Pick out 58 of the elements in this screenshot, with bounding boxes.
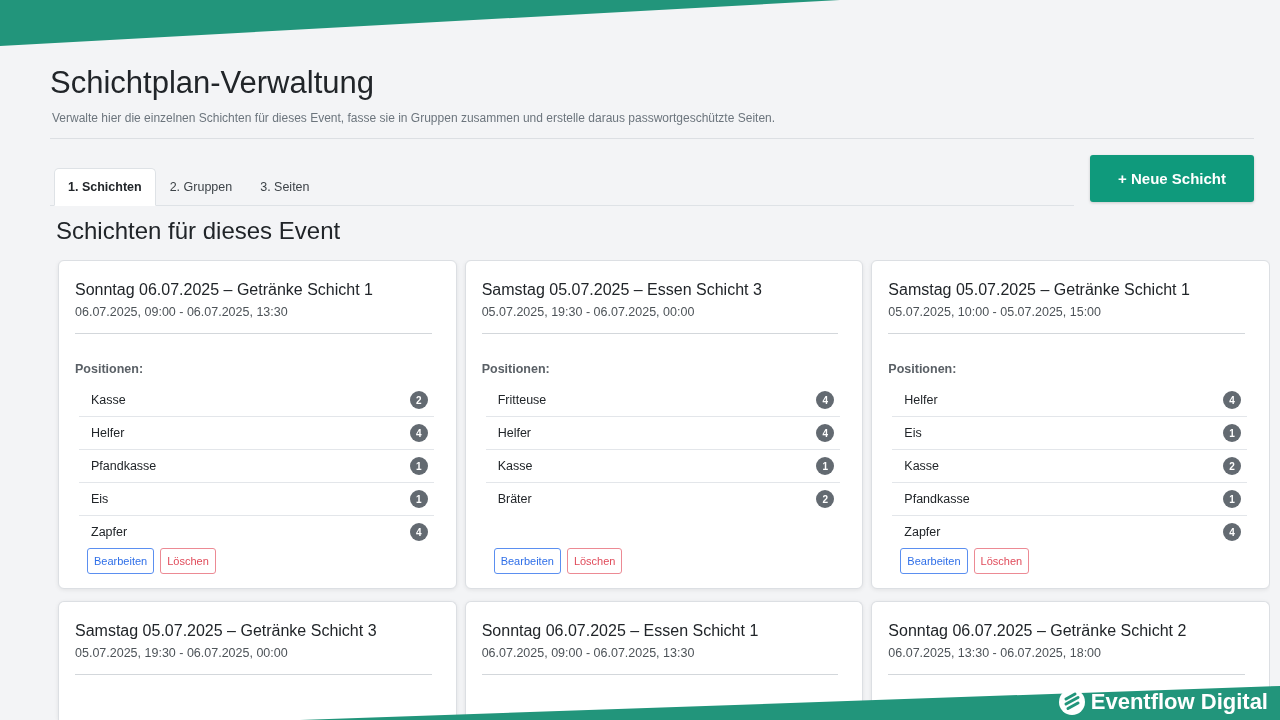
position-name: Pfandkasse xyxy=(91,458,157,475)
tab[interactable]: 2. Gruppen xyxy=(155,168,247,206)
edit-button[interactable]: Bearbeiten xyxy=(87,548,155,574)
shift-time: 06.07.2025, 09:00 - 06.07.2025, 13:30 xyxy=(481,645,696,662)
section-title: Schichten für dieses Event xyxy=(56,216,342,246)
logo-icon xyxy=(1058,689,1085,715)
count-badge: 1 xyxy=(409,490,428,508)
edit-button[interactable]: Bearbeiten xyxy=(900,548,968,574)
edit-button[interactable]: Bearbeiten xyxy=(493,548,561,574)
shift-time: 06.07.2025, 09:00 - 06.07.2025, 13:30 xyxy=(75,304,289,321)
position-name: Kasse xyxy=(904,458,940,475)
position-name: Eis xyxy=(91,491,109,508)
shift-time: 05.07.2025, 19:30 - 06.07.2025, 00:00 xyxy=(481,304,696,321)
page-subtitle: Verwalte hier die einzelnen Schichten für dieses Event, fasse sie in Gruppen zusammen und erstelle daraus passwortgeschützte Seiten. xyxy=(52,110,777,126)
shift-title: Samstag 05.07.2025 – Getränke Schicht 3 xyxy=(75,621,378,641)
positions-label: Positionen: xyxy=(75,361,145,378)
delete-button[interactable]: Löschen xyxy=(160,548,216,574)
count-badge: 1 xyxy=(1223,424,1241,442)
position-name: Zapfer xyxy=(904,524,941,541)
shift-time: 05.07.2025, 19:30 - 06.07.2025, 00:00 xyxy=(75,645,289,662)
new-shift-button[interactable]: + Neue Schicht xyxy=(1090,155,1254,202)
position-name: Helfer xyxy=(91,425,125,442)
position-name: Pfandkasse xyxy=(904,491,970,508)
position-name: Kasse xyxy=(497,458,533,475)
tab[interactable]: 3. Seiten xyxy=(246,168,324,206)
position-name: Helfer xyxy=(497,425,531,442)
position-name: Helfer xyxy=(904,392,938,409)
shift-time: 05.07.2025, 10:00 - 05.07.2025, 15:00 xyxy=(888,304,1102,321)
count-badge: 1 xyxy=(409,457,428,475)
count-badge: 4 xyxy=(1223,523,1241,541)
positions-label: Positionen: xyxy=(888,361,958,378)
count-badge: 1 xyxy=(1223,490,1241,508)
count-badge: 2 xyxy=(1223,457,1241,475)
tab[interactable]: 1. Schichten xyxy=(54,168,156,206)
position-name: Eis xyxy=(904,425,922,442)
count-badge: 4 xyxy=(1223,391,1241,409)
count-badge: 2 xyxy=(816,490,835,508)
position-name: Zapfer xyxy=(91,524,128,541)
shift-title: Sonntag 06.07.2025 – Getränke Schicht 2 xyxy=(888,621,1188,641)
position-name: Kasse xyxy=(91,392,126,409)
shift-title: Sonntag 06.07.2025 – Getränke Schicht 1 xyxy=(75,280,374,300)
count-badge: 1 xyxy=(816,457,835,475)
count-badge: 4 xyxy=(409,424,428,442)
shift-title: Samstag 05.07.2025 – Getränke Schicht 1 xyxy=(888,280,1191,300)
brand-name: Eventflow Digital xyxy=(1090,689,1268,715)
shift-title: Samstag 05.07.2025 – Essen Schicht 3 xyxy=(481,280,763,300)
delete-button[interactable]: Löschen xyxy=(973,548,1030,574)
delete-button[interactable]: Löschen xyxy=(566,548,623,574)
count-badge: 4 xyxy=(816,424,835,442)
shift-title: Sonntag 06.07.2025 – Essen Schicht 1 xyxy=(481,621,760,641)
count-badge: 4 xyxy=(409,523,428,541)
position-name: Fritteuse xyxy=(497,392,547,409)
shift-time: 06.07.2025, 13:30 - 06.07.2025, 18:00 xyxy=(888,645,1102,662)
page-title: Schichtplan-Verwaltung xyxy=(50,64,375,102)
count-badge: 4 xyxy=(816,391,835,409)
count-badge: 2 xyxy=(409,391,428,409)
position-name: Bräter xyxy=(497,491,532,508)
positions-label: Positionen: xyxy=(481,361,551,378)
